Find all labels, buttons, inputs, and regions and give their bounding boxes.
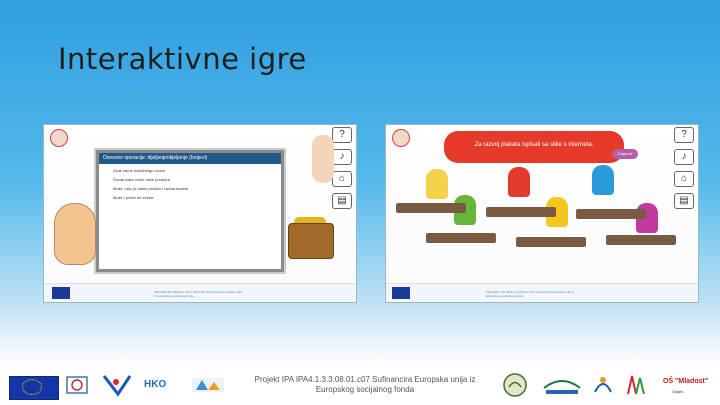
desk [516, 237, 586, 247]
eu-flag-icon [52, 287, 70, 299]
home-icon: ⌂ [674, 171, 694, 187]
project-funding-text: Projekt IPA IPA4.1.3.3.08.01.c07 Sufinan… [245, 375, 485, 395]
close-icon [50, 129, 68, 147]
cartoon-character [54, 203, 96, 265]
help-icon: ? [332, 127, 352, 143]
screenshot-footer: PROJEKTNA IZRADA: 9.5.1.2023.007 Sufinan… [44, 283, 356, 302]
board-item: Može i preko ne zveka. [113, 195, 155, 200]
print-icon: ▤ [674, 193, 694, 209]
desk [426, 233, 496, 243]
game-screenshot-left: ? ♪ ⌂ ▤ Osnovne operacije: dijeljenje/di… [44, 125, 356, 302]
screenshot-footer: PROJEKT IPA IPA4.1.3.3.08.01.C07 Sufinan… [386, 283, 698, 302]
kid-figure [592, 165, 614, 195]
board-item: Može i ako je dobro rečeno i uzima deset… [113, 186, 190, 191]
eu-stars-icon [22, 379, 42, 395]
cartoon-boy [312, 135, 334, 183]
logo-partner-3 [186, 372, 230, 398]
footer-mini-text: PROJEKT IPA IPA4.1.3.3.08.01.C07 Sufinan… [486, 290, 574, 298]
logo-partner-7 [622, 372, 650, 398]
quiz-board: Osnovne operacije: dijeljenje/dijeljenje… [96, 150, 284, 272]
home-icon: ⌂ [332, 171, 352, 187]
logo-partner-4 [500, 372, 530, 398]
board-item: Čuvati kako volim neke prostore. [113, 177, 172, 182]
board-header: Osnovne operacije: dijeljenje/dijeljenje… [99, 153, 281, 164]
treasure-chest [288, 223, 334, 259]
project-line-1: Projekt IPA IPA4.1.3.3.08.01.c07 Sufinan… [254, 375, 476, 384]
project-line-2: Europskog socijalnog fonda [315, 385, 415, 394]
footer-mini-text: PROJEKTNA IZRADA: 9.5.1.2023.007 Sufinan… [154, 290, 242, 298]
logo-partner-6 [590, 372, 616, 398]
print-icon: ▤ [332, 193, 352, 209]
eu-flag-icon [392, 287, 410, 299]
logo-partner-5 [538, 372, 586, 398]
hko-logo: HKO [144, 379, 167, 390]
desk [576, 209, 646, 219]
sound-icon: ♪ [332, 149, 352, 165]
game-screenshot-right: ? ♪ ⌂ ▤ Za razvoj plakata ispisati sa sl… [386, 125, 698, 302]
desk [486, 207, 556, 217]
logo-partner-1 [64, 372, 90, 398]
sound-icon: ♪ [674, 149, 694, 165]
kid-figure [426, 169, 448, 199]
board-item: Zvuk na/ne uzdizbregu zvuce. [113, 168, 167, 173]
speech-bubble: Za razvoj plakata ispisati sa slike s in… [444, 131, 624, 163]
close-icon [392, 129, 410, 147]
logo-partner-2 [96, 372, 142, 398]
help-icon: ? [674, 127, 694, 143]
kid-figure [508, 167, 530, 197]
odgovor-button[interactable]: Odgovor [612, 149, 638, 159]
side-button-group: ? ♪ ⌂ ▤ [672, 127, 694, 215]
school-sub: Osijek [672, 389, 684, 394]
desk [606, 235, 676, 245]
school-name: OŠ "Mladost" [663, 378, 709, 385]
slide-title: Interaktivne igre [58, 42, 307, 76]
desk [396, 203, 466, 213]
